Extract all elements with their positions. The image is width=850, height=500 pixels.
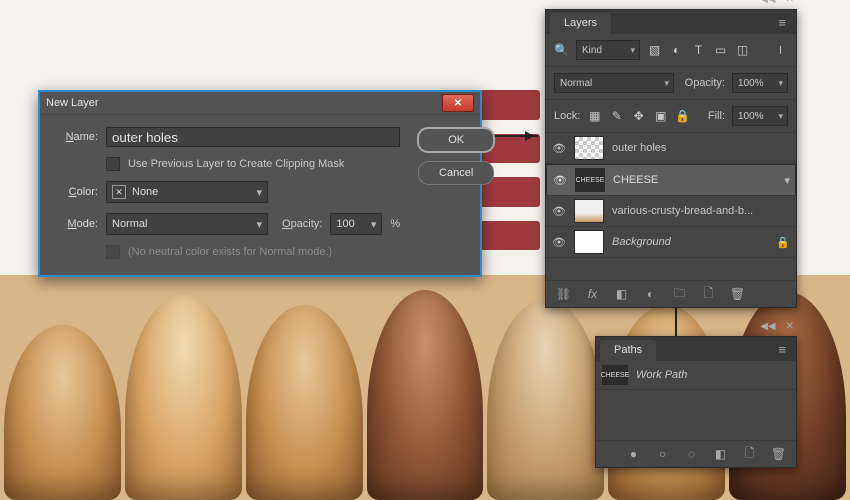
panel-collapse-icons[interactable]: ◀◀✕ [760,321,794,332]
layer-list: 👁 outer holes 👁 CHEESE CHEESE 👁 various-… [546,133,796,258]
layers-footer: ⛓ fx ◧ ◐ 🗀 🗋 🗑 [546,280,796,307]
clipping-mask-label: Use Previous Layer to Create Clipping Ma… [128,158,344,170]
name-input[interactable] [106,127,400,147]
stroke-path-icon[interactable]: ○ [655,447,670,462]
visibility-icon[interactable]: 👁 [552,142,566,155]
trash-icon[interactable]: 🗑 [771,447,786,462]
fx-icon[interactable]: fx [585,287,600,302]
tab-paths[interactable]: Paths [600,340,656,361]
panel-menu-icon[interactable]: ≡ [768,15,796,30]
filter-smart-icon[interactable]: ◫ [735,43,750,58]
filter-kind-select[interactable]: Kind [576,40,640,60]
selection-path-icon[interactable]: ◌ [684,447,699,462]
lock-label: Lock: [554,110,580,122]
path-thumb[interactable]: CHEESE [602,365,628,385]
neutral-checkbox [106,245,120,259]
filter-toggle-icon[interactable]: ⏽ [773,43,788,58]
mode-select[interactable]: Normal [106,213,268,235]
layer-thumb[interactable] [574,136,604,160]
group-icon[interactable]: 🗀 [672,287,687,302]
name-label: Name: [54,131,98,143]
fill-path-icon[interactable]: ● [626,447,641,462]
visibility-icon[interactable]: 👁 [552,205,566,218]
layers-panel: ◀◀✕ Layers ≡ 🔍 Kind ▧ ◐ T ▭ ◫ ⏽ Normal O… [545,9,797,308]
layer-name[interactable]: CHEESE [613,174,789,186]
clipping-mask-checkbox[interactable] [106,157,120,171]
paths-footer: ● ○ ◌ ◧ 🗋 🗑 [596,440,796,467]
adjustment-icon[interactable]: ◐ [643,287,658,302]
fill-label: Fill: [708,110,725,122]
layer-row[interactable]: 👁 outer holes [546,133,796,164]
trash-icon[interactable]: 🗑 [730,287,745,302]
new-path-icon[interactable]: 🗋 [742,447,757,462]
layer-name[interactable]: outer holes [612,142,790,154]
lock-artboard-icon[interactable]: ▣ [653,109,668,124]
mask-path-icon[interactable]: ◧ [713,447,728,462]
panel-collapse-icons[interactable]: ◀◀✕ [760,0,794,5]
color-select[interactable]: ✕None [106,181,268,203]
opacity-input[interactable]: 100 [330,213,382,235]
layer-thumb[interactable] [574,230,604,254]
lock-all-icon[interactable]: 🔒 [675,109,690,124]
cancel-button[interactable]: Cancel [418,161,494,185]
path-name[interactable]: Work Path [636,369,790,381]
filter-shape-icon[interactable]: ▭ [713,43,728,58]
mask-icon[interactable]: ◧ [614,287,629,302]
visibility-icon[interactable]: 👁 [552,236,566,249]
layer-row[interactable]: 👁 CHEESE CHEESE [546,164,796,196]
new-layer-icon[interactable]: 🗋 [701,287,716,302]
layer-name[interactable]: Background [612,236,768,248]
blend-mode-select[interactable]: Normal [554,73,674,93]
dialog-title: New Layer [46,97,99,109]
search-icon: 🔍 [554,43,569,58]
ok-button[interactable]: OK [417,127,495,153]
new-layer-dialog: New Layer ✕ Name: Use Previous Layer to … [38,90,482,277]
path-row[interactable]: CHEESE Work Path [596,361,796,390]
color-label: Color: [54,186,98,198]
layer-name[interactable]: various-crusty-bread-and-b... [612,205,790,217]
close-icon[interactable]: ✕ [442,94,474,112]
dialog-titlebar[interactable]: New Layer ✕ [40,92,480,115]
visibility-icon[interactable]: 👁 [553,174,567,187]
paths-panel: ◀◀✕ Paths ≡ CHEESE Work Path ● ○ ◌ ◧ 🗋 🗑 [595,336,797,468]
layer-row[interactable]: 👁 various-crusty-bread-and-b... [546,196,796,227]
tab-layers[interactable]: Layers [550,13,611,34]
layer-thumb[interactable]: CHEESE [575,168,605,192]
filter-type-icon[interactable]: T [691,43,706,58]
neutral-note: (No neutral color exists for Normal mode… [128,246,332,258]
opacity-suffix: % [390,218,400,230]
link-icon[interactable]: ⛓ [556,287,571,302]
opacity-label: Opacity: [685,77,725,89]
layer-thumb[interactable] [574,199,604,223]
layer-opacity-input[interactable]: 100% [732,73,788,93]
opacity-label: Opacity: [282,218,322,230]
lock-paint-icon[interactable]: ✎ [609,109,624,124]
panel-menu-icon[interactable]: ≡ [768,342,796,357]
lock-transparent-icon[interactable]: ▦ [587,109,602,124]
lock-icon: 🔒 [776,236,790,249]
layer-row[interactable]: 👁 Background 🔒 [546,227,796,258]
filter-pixel-icon[interactable]: ▧ [647,43,662,58]
filter-adjust-icon[interactable]: ◐ [669,43,684,58]
lock-position-icon[interactable]: ✥ [631,109,646,124]
fill-input[interactable]: 100% [732,106,788,126]
mode-label: Mode: [54,218,98,230]
